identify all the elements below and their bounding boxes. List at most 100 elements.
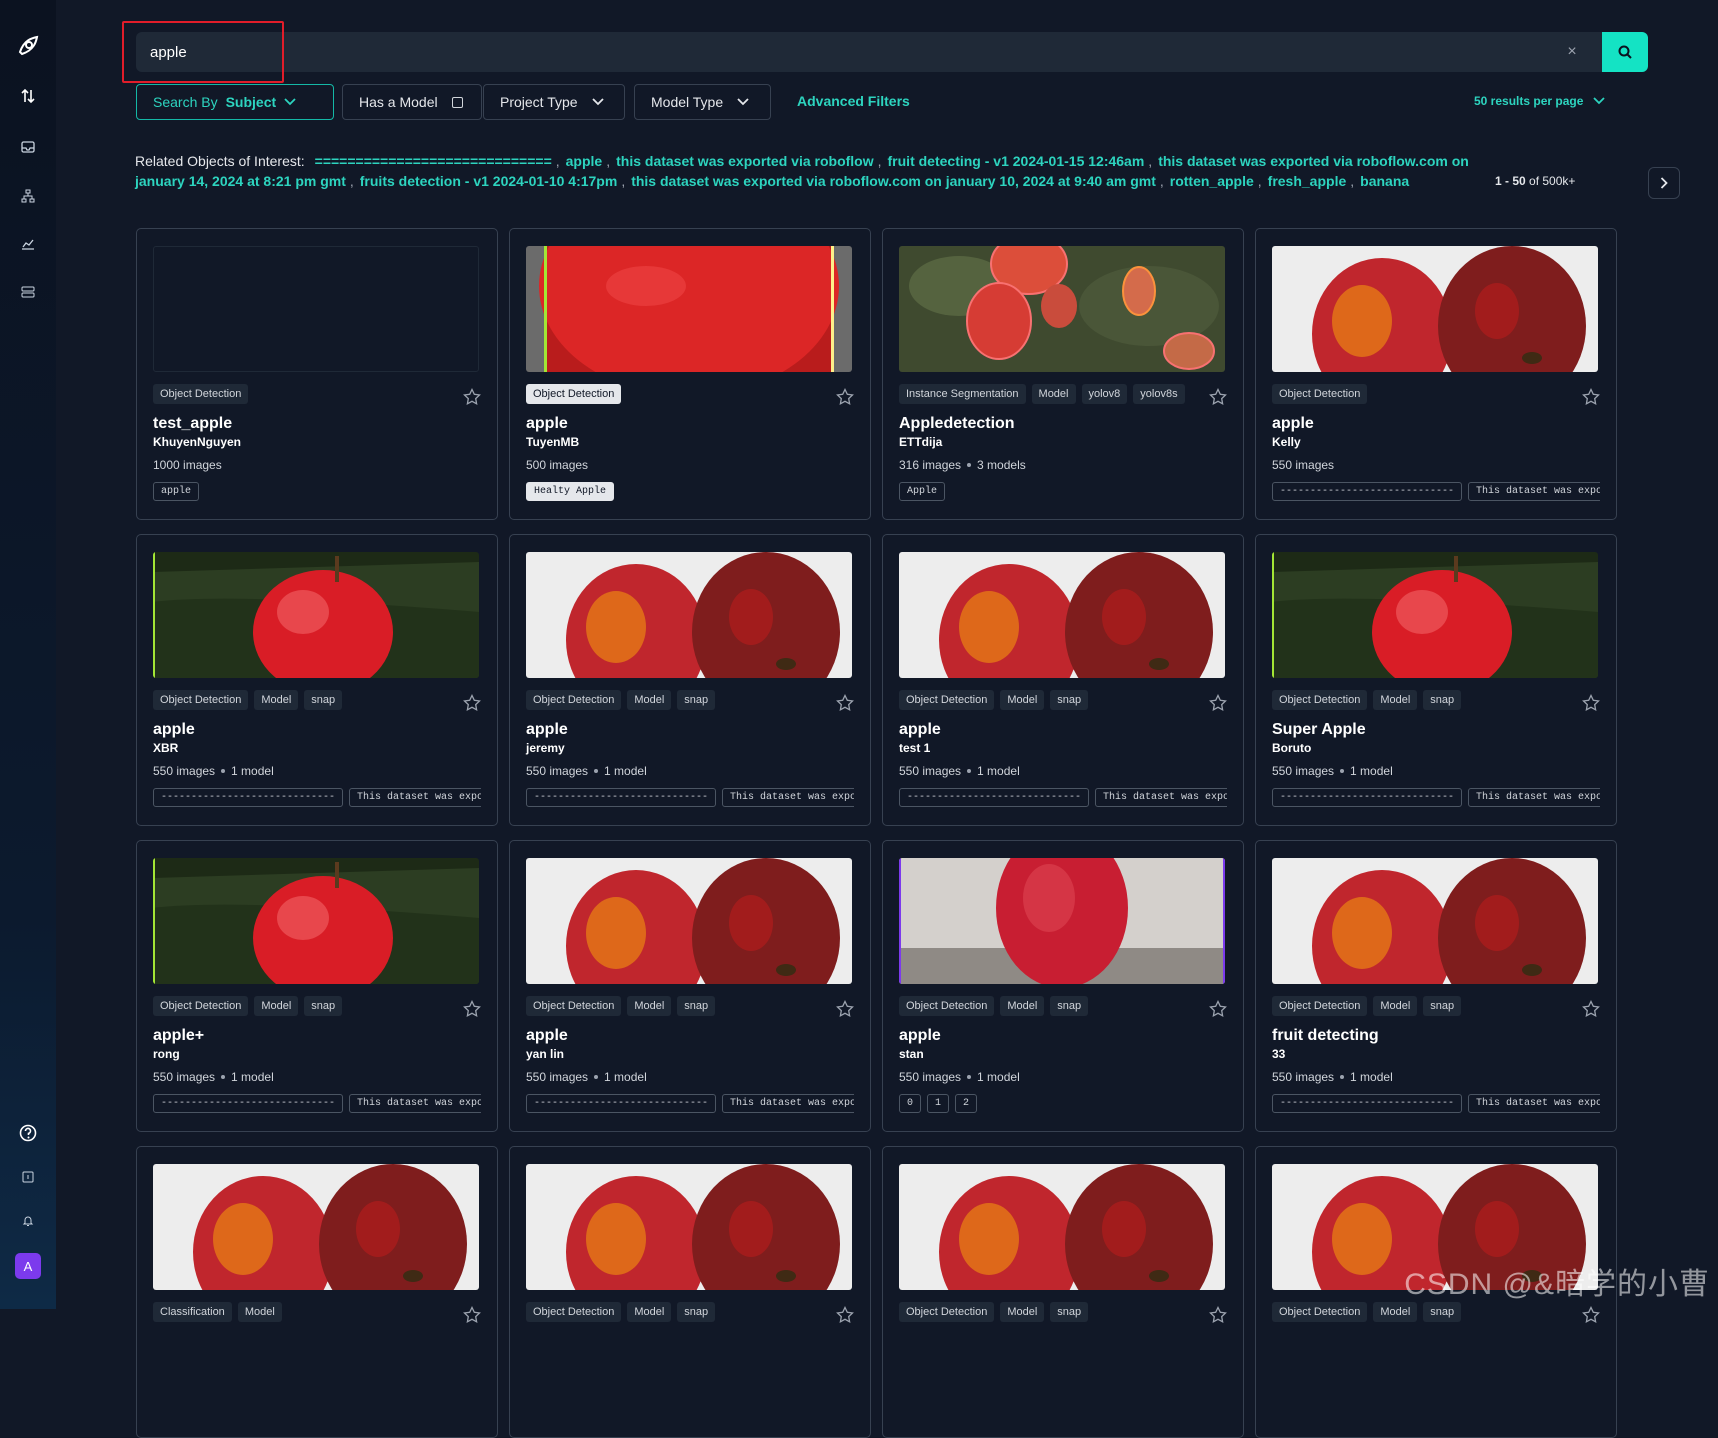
workflow-icon[interactable] <box>16 184 40 208</box>
project-owner[interactable]: 33 <box>1272 1047 1285 1061</box>
model-type-dropdown[interactable]: Model Type <box>634 84 771 120</box>
project-title[interactable]: apple <box>526 721 568 739</box>
project-owner[interactable]: Boruto <box>1272 741 1311 755</box>
project-card[interactable]: Object Detection apple Kelly 550 images ----… <box>1255 228 1617 520</box>
clear-search-button[interactable]: × <box>1562 42 1582 62</box>
has-model-filter[interactable]: Has a Model <box>342 84 482 120</box>
project-card[interactable]: Object Detection test_apple KhuyenNguyen 10… <box>136 228 498 520</box>
project-title[interactable]: fruit detecting <box>1272 1027 1379 1045</box>
related-object-link[interactable]: ============================= <box>315 153 552 169</box>
help-icon[interactable] <box>16 1121 40 1145</box>
project-thumbnail[interactable] <box>1272 858 1598 984</box>
project-thumbnail[interactable] <box>526 246 852 372</box>
project-thumbnail[interactable] <box>1272 246 1598 372</box>
star-icon[interactable] <box>836 694 854 712</box>
project-thumbnail[interactable] <box>526 1164 852 1290</box>
project-title[interactable]: apple <box>526 1027 568 1045</box>
project-thumbnail[interactable] <box>899 1164 1225 1290</box>
project-owner[interactable]: XBR <box>153 741 178 755</box>
related-object-link[interactable]: rotten_apple <box>1170 173 1254 189</box>
project-card[interactable]: Object Detection Model snap fruit detecting… <box>1255 840 1617 1132</box>
advanced-filters-link[interactable]: Advanced Filters <box>797 93 910 109</box>
project-card[interactable]: Object Detection Model snap apple stan 550 im… <box>882 840 1244 1132</box>
star-icon[interactable] <box>463 694 481 712</box>
related-object-link[interactable]: this dataset was exported via roboflow.c… <box>631 173 1156 189</box>
project-card[interactable]: Object Detection Model snap Super Apple Boru… <box>1255 534 1617 826</box>
project-title[interactable]: apple+ <box>153 1027 204 1045</box>
star-icon[interactable] <box>1209 1000 1227 1018</box>
search-button[interactable] <box>1602 32 1648 72</box>
related-object-link[interactable]: this dataset was exported via roboflow <box>616 153 874 169</box>
project-owner[interactable]: ETTdija <box>899 435 942 449</box>
project-title[interactable]: test_apple <box>153 415 232 433</box>
project-title[interactable]: apple <box>526 415 568 433</box>
project-card[interactable]: Object Detection Model snap apple+ rong 550 i… <box>136 840 498 1132</box>
docs-icon[interactable] <box>16 1165 40 1189</box>
related-object-link[interactable]: banana <box>1360 173 1409 189</box>
project-owner[interactable]: rong <box>153 1047 180 1061</box>
project-tag: Model <box>1373 996 1418 1016</box>
project-tags: Object Detection Model snap <box>899 996 1089 1016</box>
project-thumbnail[interactable] <box>1272 552 1598 678</box>
project-thumbnail[interactable] <box>899 552 1225 678</box>
project-owner[interactable]: stan <box>899 1047 924 1061</box>
star-icon[interactable] <box>1209 694 1227 712</box>
inbox-icon[interactable] <box>16 135 40 159</box>
avatar[interactable]: A <box>15 1253 41 1279</box>
project-thumbnail[interactable] <box>526 552 852 678</box>
project-thumbnail[interactable] <box>526 858 852 984</box>
star-icon[interactable] <box>1582 1000 1600 1018</box>
project-owner[interactable]: yan lin <box>526 1047 564 1061</box>
project-card[interactable]: Object Detection Model snap <box>509 1146 871 1438</box>
per-page-dropdown[interactable]: 50 results per page <box>1474 94 1606 108</box>
project-title[interactable]: apple <box>899 721 941 739</box>
bell-icon[interactable] <box>16 1209 40 1233</box>
project-card[interactable]: Object Detection Model snap apple test 1 550 … <box>882 534 1244 826</box>
next-page-button[interactable] <box>1648 167 1680 199</box>
project-title[interactable]: Appledetection <box>899 415 1015 433</box>
related-object-link[interactable]: apple <box>566 153 603 169</box>
project-owner[interactable]: KhuyenNguyen <box>153 435 241 449</box>
project-card[interactable]: Instance Segmentation Model yolov8 yolov8s A… <box>882 228 1244 520</box>
project-card[interactable]: Object Detection Model snap <box>882 1146 1244 1438</box>
star-icon[interactable] <box>463 1000 481 1018</box>
project-owner[interactable]: test 1 <box>899 741 930 755</box>
related-object-link[interactable]: fruit detecting - v1 2024-01-15 12:46am <box>888 153 1145 169</box>
has-model-checkbox[interactable] <box>451 96 463 108</box>
star-icon[interactable] <box>836 1000 854 1018</box>
roboflow-logo-icon[interactable] <box>16 34 40 58</box>
search-by-dropdown[interactable]: Search By Subject <box>136 84 334 120</box>
project-card[interactable]: Object Detection apple TuyenMB 500 images He… <box>509 228 871 520</box>
star-icon[interactable] <box>1582 388 1600 406</box>
project-card[interactable]: Object Detection Model snap apple XBR 550 ima… <box>136 534 498 826</box>
related-object-link[interactable]: fruits detection - v1 2024-01-10 4:17pm <box>360 173 618 189</box>
star-icon[interactable] <box>836 388 854 406</box>
project-type-dropdown[interactable]: Project Type <box>483 84 625 120</box>
project-thumbnail[interactable] <box>899 858 1225 984</box>
project-thumbnail[interactable] <box>153 1164 479 1290</box>
related-object-link[interactable]: fresh_apple <box>1268 173 1347 189</box>
project-owner[interactable]: jeremy <box>526 741 565 755</box>
sort-arrows-icon[interactable] <box>16 84 40 108</box>
star-icon[interactable] <box>1582 694 1600 712</box>
database-icon[interactable] <box>16 280 40 304</box>
project-thumbnail[interactable] <box>899 246 1225 372</box>
project-card[interactable]: Object Detection Model snap apple jeremy 550 … <box>509 534 871 826</box>
project-title[interactable]: Super Apple <box>1272 721 1366 739</box>
project-title[interactable]: apple <box>1272 415 1314 433</box>
project-card[interactable]: Classification Model <box>136 1146 498 1438</box>
project-thumbnail[interactable] <box>153 246 479 372</box>
class-chip: 2 <box>955 1094 978 1113</box>
project-owner[interactable]: Kelly <box>1272 435 1301 449</box>
project-owner[interactable]: TuyenMB <box>526 435 579 449</box>
project-thumbnail[interactable] <box>153 552 479 678</box>
project-card[interactable]: Object Detection Model snap apple yan lin 550… <box>509 840 871 1132</box>
dot-separator <box>967 769 972 773</box>
project-title[interactable]: apple <box>153 721 195 739</box>
star-icon[interactable] <box>1209 388 1227 406</box>
analytics-icon[interactable] <box>16 232 40 256</box>
project-thumbnail[interactable] <box>153 858 479 984</box>
search-input[interactable] <box>150 32 1450 72</box>
star-icon[interactable] <box>463 388 481 406</box>
project-title[interactable]: apple <box>899 1027 941 1045</box>
